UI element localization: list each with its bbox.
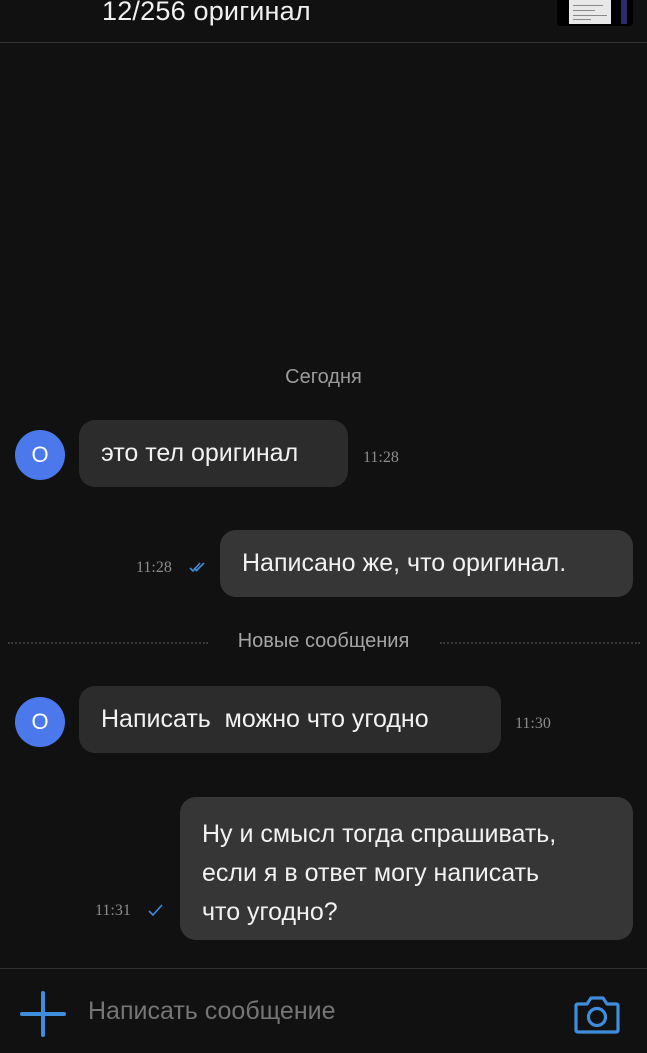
single-check-icon <box>148 903 164 917</box>
avatar-letter: О <box>31 442 49 467</box>
contact-avatar[interactable]: О <box>15 697 65 747</box>
message-time: 11:31 <box>95 902 131 919</box>
chat-screen: 12/256 оригинал Сегодня О это тел оригин… <box>0 0 647 1053</box>
plus-icon[interactable] <box>20 991 66 1037</box>
new-messages-divider: Новые сообщения <box>0 630 647 654</box>
camera-icon[interactable] <box>574 993 620 1035</box>
document-preview-icon <box>569 0 611 24</box>
message-time: 11:30 <box>515 715 551 732</box>
message-input[interactable] <box>88 997 548 1026</box>
message-time: 11:28 <box>136 559 172 576</box>
message-text: Написать можно что угодно <box>101 705 429 733</box>
message-bubble-outgoing[interactable]: Ну и смысл тогда спрашивать, если я в от… <box>180 797 633 940</box>
chat-title[interactable]: 12/256 оригинал <box>102 0 311 27</box>
avatar-letter: О <box>31 709 49 734</box>
product-thumbnail[interactable] <box>557 0 633 26</box>
message-text: Написано же, что оригинал. <box>242 549 567 577</box>
message-bubble-incoming[interactable]: это тел оригинал <box>79 420 348 487</box>
message-text-line: Ну и смысл тогда спрашивать, <box>202 820 557 848</box>
contact-avatar[interactable]: О <box>15 430 65 480</box>
message-text-line: если я в ответ могу написать <box>202 859 540 887</box>
date-separator: Сегодня <box>285 366 362 388</box>
message-composer <box>0 968 647 1053</box>
chat-header: 12/256 оригинал <box>0 0 647 43</box>
scroll-handle <box>621 0 627 24</box>
message-text-line: что угодно? <box>202 898 338 926</box>
message-bubble-incoming[interactable]: Написать можно что угодно <box>79 686 501 753</box>
message-time: 11:28 <box>363 449 399 466</box>
message-text: это тел оригинал <box>101 439 299 467</box>
double-check-icon <box>189 560 211 574</box>
message-bubble-outgoing[interactable]: Написано же, что оригинал. <box>220 530 633 597</box>
